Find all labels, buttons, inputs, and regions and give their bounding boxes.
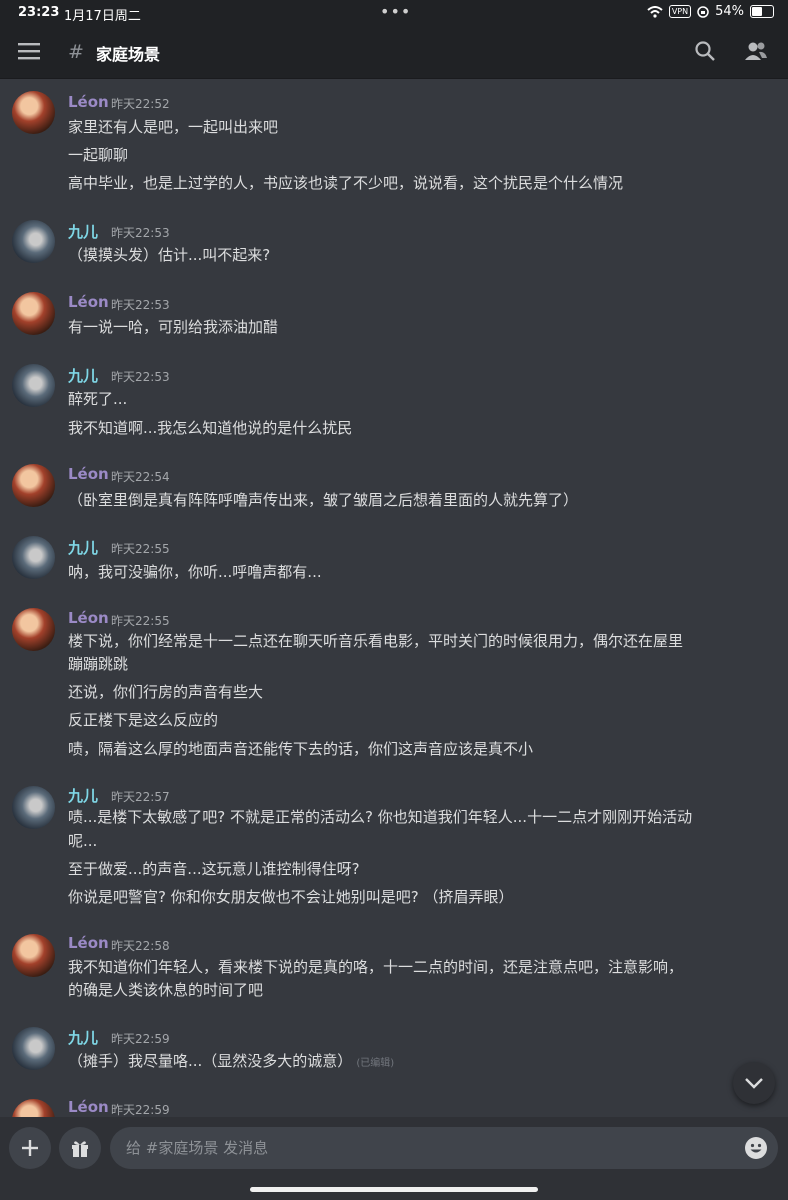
message-text: 啧，隔着这么厚的地面声音还能传下去的话，你们这声音应该是真不小 xyxy=(68,740,534,758)
message-text: 反正楼下是这么反应的 xyxy=(68,711,219,729)
message-text: 蹦蹦跳跳 xyxy=(68,655,129,673)
timestamp: 昨天22:58 xyxy=(111,939,170,953)
channel-header: # 家庭场景 xyxy=(0,26,788,79)
avatar[interactable] xyxy=(12,934,55,977)
message-list[interactable]: Léon 昨天22:52 家里还有人是吧，一起叫出来吧 一起聊聊 高中毕业，也是… xyxy=(0,79,788,1117)
message-text: 有一说一哈，可别给我添油加醋 xyxy=(68,318,279,336)
username[interactable]: Léon xyxy=(68,465,109,483)
timestamp: 昨天22:57 xyxy=(111,790,170,804)
battery-percent: 54% xyxy=(715,4,744,19)
avatar[interactable] xyxy=(12,608,55,651)
timestamp: 昨天22:54 xyxy=(111,470,170,484)
message-text: 至于做爱...的声音...这玩意儿谁控制得住呀? xyxy=(68,860,360,878)
message-text: 一起聊聊 xyxy=(68,146,129,164)
gift-icon xyxy=(72,1141,88,1157)
avatar[interactable] xyxy=(12,536,55,579)
timestamp: 昨天22:53 xyxy=(111,298,170,312)
channel-title: 家庭场景 xyxy=(96,45,161,64)
message-text-content: （摊手）我尽量咯...（显然没多大的诚意） xyxy=(68,1052,353,1070)
members-icon[interactable] xyxy=(744,40,768,62)
search-icon[interactable] xyxy=(694,40,716,62)
message-text: （摸摸头发）估计...叫不起来? xyxy=(68,246,271,264)
text-channel-locked-icon: # xyxy=(68,41,84,63)
message-text: 醉死了... xyxy=(68,390,128,408)
username[interactable]: 九儿 xyxy=(68,365,98,386)
username[interactable]: 九儿 xyxy=(68,785,98,806)
emoji-icon[interactable] xyxy=(744,1136,768,1160)
message-text: 呐，我可没骗你，你听...呼噜声都有... xyxy=(68,563,322,581)
message-text: 啧...是楼下太敏感了吧? 不就是正常的活动么? 你也知道我们年轻人...十一二… xyxy=(68,808,693,826)
message-text: 我不知道啊...我怎么知道他说的是什么扰民 xyxy=(68,419,353,437)
vpn-badge: VPN xyxy=(668,5,692,18)
status-time: 23:23 xyxy=(18,5,60,20)
hamburger-menu-icon[interactable] xyxy=(18,42,40,60)
avatar[interactable] xyxy=(12,364,55,407)
message-text: 我不知道你们年轻人，看来楼下说的是真的咯，十一二点的时间，还是注意点吧，注意影响… xyxy=(68,958,684,976)
message-text: 家里还有人是吧，一起叫出来吧 xyxy=(68,118,279,136)
multitask-dots-icon[interactable]: ••• xyxy=(380,2,411,21)
avatar[interactable] xyxy=(12,464,55,507)
wifi-icon xyxy=(647,5,663,18)
edited-label: (已编辑) xyxy=(356,1058,395,1069)
message-input[interactable]: 给 #家庭场景 发消息 xyxy=(110,1127,778,1169)
avatar[interactable] xyxy=(12,1027,55,1070)
message-text: 你说是吧警官? 你和你女朋友做也不会让她别叫是吧? （挤眉弄眼） xyxy=(68,888,514,906)
timestamp: 昨天22:53 xyxy=(111,370,170,384)
timestamp: 昨天22:59 xyxy=(111,1032,170,1046)
status-date: 1月17日周二 xyxy=(64,9,141,24)
timestamp: 昨天22:55 xyxy=(111,614,170,628)
message-text: 楼下说，你们经常是十一二点还在聊天听音乐看电影，平时关门的时候很用力，偶尔还在屋… xyxy=(68,632,684,650)
message-text: （摊手）我尽量咯...（显然没多大的诚意） (已编辑) xyxy=(68,1050,778,1075)
avatar[interactable] xyxy=(12,220,55,263)
username[interactable]: 九儿 xyxy=(68,537,98,558)
timestamp: 昨天22:52 xyxy=(111,97,170,111)
status-bar: 23:23 1月17日周二 ••• VPN 54% xyxy=(0,0,788,26)
message-text: 还说，你们行房的声音有些大 xyxy=(68,683,264,701)
username[interactable]: Léon xyxy=(68,934,109,952)
status-indicators: VPN 54% xyxy=(647,4,774,19)
message-text: 高中毕业，也是上过学的人，书应该也读了不少吧，说说看，这个扰民是个什么情况 xyxy=(68,174,624,192)
home-indicator[interactable] xyxy=(250,1187,538,1192)
add-attachment-button[interactable] xyxy=(9,1127,51,1169)
gift-button[interactable] xyxy=(59,1127,101,1169)
username[interactable]: Léon xyxy=(68,609,109,627)
message-text: （卧室里倒是真有阵阵呼噜声传出来，皱了皱眉之后想着里面的人就先算了） xyxy=(68,491,579,509)
timestamp: 昨天22:55 xyxy=(111,542,170,556)
message-text: 呢... xyxy=(68,832,98,850)
battery-icon xyxy=(750,5,774,18)
message-text: 的确是人类该休息的时间了吧 xyxy=(68,981,264,999)
username[interactable]: 九儿 xyxy=(68,1027,98,1048)
timestamp: 昨天22:53 xyxy=(111,226,170,240)
avatar[interactable] xyxy=(12,292,55,335)
username[interactable]: Léon xyxy=(68,93,109,111)
avatar[interactable] xyxy=(12,91,55,134)
chevron-down-icon xyxy=(745,1078,763,1089)
orientation-lock-icon xyxy=(697,5,709,18)
avatar[interactable] xyxy=(12,1099,55,1117)
avatar[interactable] xyxy=(12,786,55,829)
username[interactable]: Léon xyxy=(68,293,109,311)
username[interactable]: 九儿 xyxy=(68,221,98,242)
plus-icon xyxy=(22,1140,38,1156)
username[interactable]: Léon xyxy=(68,1098,109,1116)
jump-to-bottom-button[interactable] xyxy=(733,1062,775,1104)
timestamp: 昨天22:59 xyxy=(111,1103,170,1117)
